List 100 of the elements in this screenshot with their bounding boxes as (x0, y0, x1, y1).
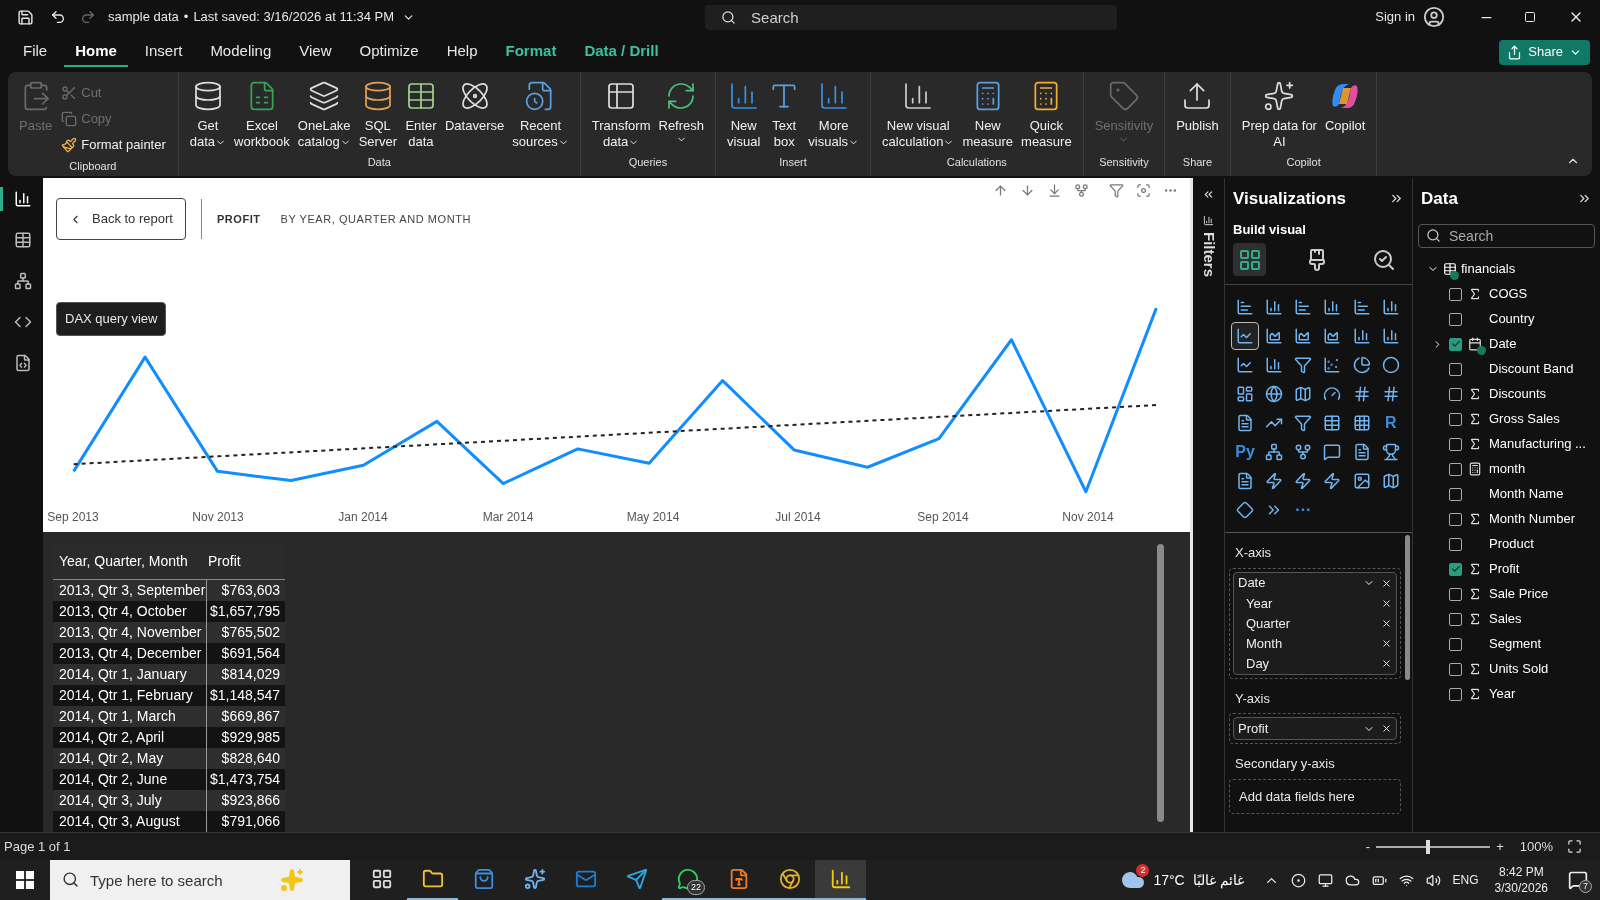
menu-tab[interactable]: Modeling (199, 37, 283, 67)
date-text: 3/30/2026 (1494, 880, 1548, 896)
search-field[interactable]: Search (705, 4, 1118, 30)
tree-item[interactable]: financials (1413, 256, 1600, 282)
field-name: Year (1489, 685, 1516, 704)
ribbon-button[interactable]: SQL Server (355, 76, 400, 150)
ribbon-button[interactable]: New measure (959, 76, 1017, 150)
back-button[interactable]: Back to report (56, 198, 186, 240)
well-label: Secondary y-axis (1234, 755, 1336, 773)
field-item[interactable]: Date (1413, 331, 1600, 357)
field-name: Segment (1489, 635, 1542, 654)
field-name: Day (1246, 654, 1271, 673)
menu-tab[interactable]: View (288, 37, 343, 67)
field-item[interactable]: Sale Price (1413, 581, 1600, 607)
axis-label: Jul 2014 (774, 509, 822, 526)
table-cell-text: $691,564 (220, 644, 281, 663)
field-name: Discounts (1489, 385, 1547, 404)
ribbon-button[interactable]: Format painter (57, 132, 170, 158)
menu-tab[interactable]: File (12, 37, 59, 67)
table-cell-text: $923,866 (220, 791, 281, 810)
search-field[interactable]: Search (1418, 223, 1595, 248)
ribbon-button[interactable]: Dataverse (441, 76, 508, 134)
field-name: Month Name (1489, 485, 1564, 504)
weather-condition: غائم غالبًا (1192, 870, 1244, 891)
field-item[interactable]: Manufacturing ... (1413, 431, 1600, 457)
field-item[interactable]: Product (1413, 531, 1600, 557)
field-name: Product (1489, 535, 1534, 554)
ribbon-button[interactable]: Quick measure (1018, 76, 1075, 150)
table-name: financials (1461, 260, 1516, 279)
badge: 22 (687, 879, 705, 895)
field-item[interactable]: Month Number (1413, 506, 1600, 532)
field-item[interactable]: Profit (1413, 556, 1600, 582)
time-text: 8:42 PM (1498, 864, 1544, 880)
field-item[interactable]: Discount Band (1413, 356, 1600, 382)
menu-tab[interactable]: Data / Drill (573, 37, 670, 67)
table-cell-text: $814,029 (220, 665, 281, 684)
field-name: Year (1246, 594, 1274, 613)
sign-in-link[interactable]: Sign in (1375, 7, 1415, 27)
field-name: Units Sold (1489, 660, 1549, 679)
axis-label: Sep 2013 (46, 509, 100, 526)
ribbon-button[interactable]: Excel workbook (231, 76, 293, 150)
ribbon-button[interactable]: Enter data (401, 76, 440, 150)
zoom-out-button[interactable]: - (1363, 836, 1373, 857)
field-name: Month (1246, 634, 1284, 653)
ribbon-button[interactable]: More visuals (805, 76, 863, 150)
visual-type-button[interactable]: Py (1231, 438, 1259, 466)
ribbon-button[interactable]: OneLake catalog (294, 76, 354, 150)
field-item[interactable]: Units Sold (1413, 656, 1600, 682)
ribbon-button[interactable]: Refresh (655, 76, 708, 145)
axis-label: Jan 2014 (337, 509, 389, 526)
ribbon-button[interactable]: New visual calculation (879, 76, 958, 150)
language-indicator[interactable]: ENG (1452, 871, 1479, 889)
table-cell-text: $763,603 (220, 581, 281, 600)
badge: 7 (1579, 880, 1592, 893)
field-item[interactable]: Discounts (1413, 381, 1600, 407)
table-cell-text: $765,502 (220, 623, 281, 642)
visual-title: PROFIT (216, 211, 261, 227)
drop-zone-hint: Add data fields here (1238, 787, 1356, 806)
field-name: Sales (1489, 610, 1522, 629)
menu-tab[interactable]: Help (435, 37, 489, 67)
ribbon-button[interactable]: Publish (1173, 76, 1222, 134)
field-name: Gross Sales (1489, 410, 1560, 429)
taskbar-app[interactable]: 22 (662, 860, 713, 900)
well-label: X-axis (1234, 544, 1273, 562)
zoom-in-button[interactable]: + (1494, 836, 1506, 857)
filters-label: Filters (1199, 232, 1219, 277)
menu-tab[interactable]: Insert (133, 37, 194, 67)
group-label: Copilot (1285, 154, 1322, 170)
clock[interactable]: 8:42 PM 3/30/2026 (1494, 864, 1548, 896)
ribbon-button[interactable]: Text box (765, 76, 804, 150)
field-item[interactable]: month (1413, 456, 1600, 482)
ribbon-button[interactable]: Prep data for AI (1238, 76, 1320, 150)
field-item[interactable]: Month Name (1413, 481, 1600, 507)
menu-tab[interactable]: Home (64, 37, 128, 67)
field-name: Country (1489, 310, 1535, 329)
share-button[interactable]: Share (1499, 39, 1590, 65)
field-item[interactable]: Year (1413, 681, 1600, 707)
tooltip: DAX query view (56, 302, 167, 336)
ribbon-button[interactable]: New visual (724, 76, 764, 150)
ribbon-button[interactable]: Transform data (588, 76, 654, 150)
menu-tab[interactable]: Optimize (348, 37, 430, 67)
field-item[interactable]: Gross Sales (1413, 406, 1600, 432)
field-item[interactable]: Segment (1413, 631, 1600, 657)
field-item[interactable]: Sales (1413, 606, 1600, 632)
field-name: Sale Price (1489, 585, 1549, 604)
menu-tab[interactable]: Format (494, 37, 568, 67)
ribbon-button[interactable]: Recent sources (509, 76, 572, 150)
axis-label: May 2014 (625, 509, 681, 526)
visual-type-button[interactable]: ··· (1289, 496, 1318, 524)
ribbon-button[interactable]: Copilot (1321, 76, 1369, 134)
badge: 2 (1136, 864, 1150, 877)
pane-title: Visualizations (1233, 188, 1347, 210)
well-label: Y-axis (1234, 689, 1271, 708)
field-item[interactable]: COGS (1413, 281, 1600, 307)
ribbon-button[interactable]: Get data (186, 76, 230, 150)
axis-label: Nov 2014 (1061, 509, 1115, 526)
field-name: COGS (1489, 285, 1528, 304)
taskbar-search-field[interactable]: Type here to search (50, 860, 350, 900)
visual-type-button[interactable]: R (1376, 409, 1405, 437)
field-item[interactable]: Country (1413, 306, 1600, 332)
